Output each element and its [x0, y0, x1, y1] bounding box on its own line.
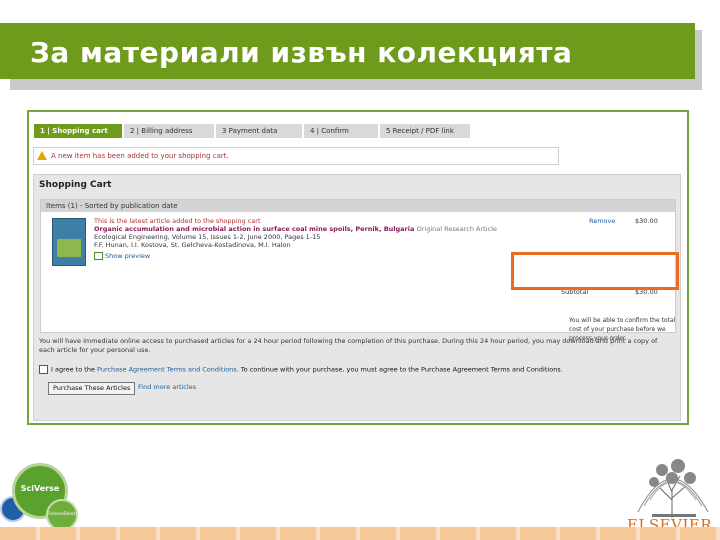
step-receipt[interactable]: 5 Receipt / PDF link	[380, 124, 470, 138]
show-preview-label[interactable]: Show preview	[105, 252, 150, 260]
subtotal-highlight-box	[511, 252, 679, 290]
cart-alert: A new item has been added to your shoppi…	[33, 147, 559, 165]
article-journal: Ecological Engineering, Volume 15, Issue…	[94, 233, 321, 241]
show-preview-link[interactable]: Show preview	[94, 252, 150, 260]
item-price: $30.00	[635, 217, 658, 225]
step-confirm[interactable]: 4 | Confirm	[304, 124, 378, 138]
alert-text: A new item has been added to your shoppi…	[51, 152, 229, 160]
access-text: You will have immediate online access to…	[39, 337, 658, 354]
find-more-link[interactable]: Find more articles	[138, 383, 196, 391]
remove-link[interactable]: Remove	[589, 217, 615, 225]
sciverse-logo-text: SciVerse	[20, 484, 60, 493]
checkout-steps: 1 | Shopping cart 2 | Billing address 3 …	[34, 124, 472, 138]
terms-link[interactable]: Purchase Agreement Terms and Conditions	[97, 366, 237, 374]
shopping-cart-panel: Shopping Cart Items (1) - Sorted by publ…	[33, 174, 681, 421]
preview-icon	[94, 252, 103, 260]
agree-prefix: I agree to the	[51, 365, 98, 374]
cart-title: Shopping Cart	[39, 180, 112, 190]
article-type: Original Research Article	[416, 225, 497, 233]
article-title[interactable]: Organic accumulation and microbial actio…	[94, 225, 497, 233]
sciencedirect-logo-text: ScienceDirect	[48, 511, 76, 516]
item-note: This is the latest article added to the …	[94, 217, 261, 225]
agree-row: I agree to the Purchase Agreement Terms …	[39, 365, 563, 375]
warning-icon	[37, 151, 47, 160]
article-title-text[interactable]: Organic accumulation and microbial actio…	[94, 225, 414, 233]
article-authors: F.F. Hunan, I.I. Kostova, St. Gelcheva-K…	[94, 241, 291, 249]
agree-suffix: . To continue with your purchase, you mu…	[236, 365, 563, 374]
step-shopping-cart[interactable]: 1 | Shopping cart	[34, 124, 122, 138]
agree-checkbox[interactable]	[39, 365, 48, 374]
step-payment-data[interactable]: 3 Payment data	[216, 124, 302, 138]
purchase-button[interactable]: Purchase These Articles	[48, 382, 136, 395]
elsevier-tree-logo	[637, 459, 709, 518]
slide-title: За материали извън колекцията	[30, 36, 573, 69]
footer-stripes	[0, 527, 720, 540]
items-header: Items (1) - Sorted by publication date	[41, 200, 675, 212]
journal-cover-thumbnail	[52, 218, 86, 266]
step-billing-address[interactable]: 2 | Billing address	[124, 124, 214, 138]
